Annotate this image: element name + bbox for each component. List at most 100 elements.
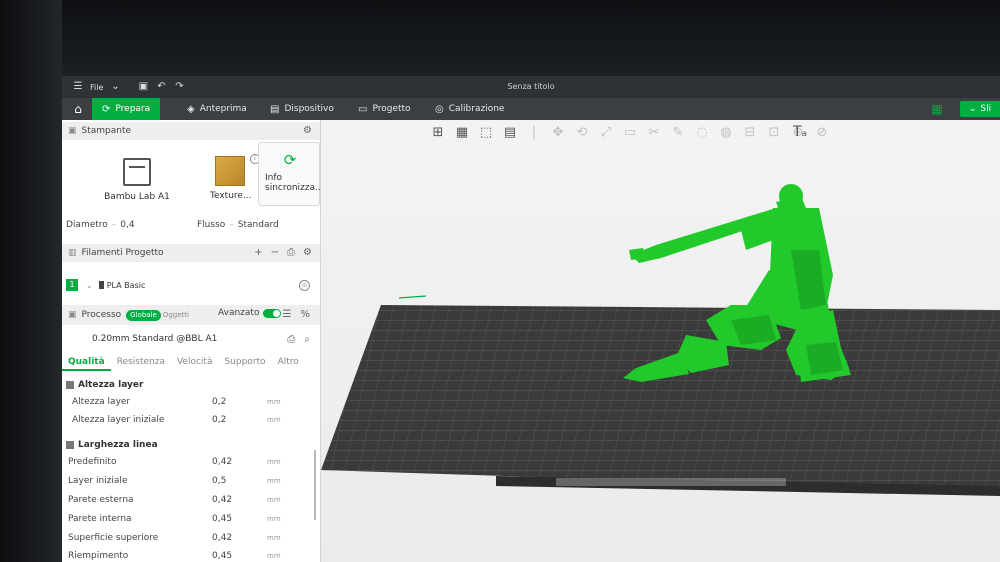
project-icon: ▭ — [358, 103, 368, 115]
subtab-supporto[interactable]: Supporto — [218, 355, 271, 371]
filament-sync-icon[interactable]: ⎙ — [287, 247, 295, 258]
diameter-value: 0,4 — [120, 220, 135, 230]
setting-row[interactable]: Riempimento 0,45 mm — [62, 549, 312, 562]
filament-slot-row[interactable]: 1 ⌄ PLA Basic ⊙ — [66, 278, 316, 292]
tab-anteprima[interactable]: ◈ Anteprima — [177, 98, 257, 120]
save-preset-icon[interactable]: ⎙ — [287, 334, 295, 345]
subtab-resistenza[interactable]: Resistenza — [111, 355, 171, 371]
setting-unit: mm — [267, 515, 281, 523]
setting-unit: mm — [267, 534, 281, 542]
layer-height-group-header: Altezza layer — [62, 378, 312, 392]
flow-label: Flusso — [197, 220, 226, 230]
setting-row[interactable]: Altezza layer iniziale 0,2 mm — [62, 413, 312, 429]
build-plate-grid — [321, 305, 1000, 492]
setting-value[interactable]: 0,45 — [212, 514, 232, 524]
setting-value[interactable]: 0,5 — [212, 476, 226, 486]
layout-icon[interactable]: ▦ — [930, 102, 944, 116]
prepare-icon: ⟳ — [102, 103, 111, 115]
calibration-icon: ◎ — [435, 103, 444, 115]
process-small-icon: ▣ — [68, 310, 77, 320]
app-window: ☰ File ⌄ ▣ ↶ ↷ Senza titolo ⌂ ⟳ Prepara … — [62, 76, 1000, 562]
tab-prepara[interactable]: ⟳ Prepara — [92, 98, 161, 120]
setting-label: Parete esterna — [68, 495, 134, 505]
setting-row[interactable]: Superficie superiore 0,42 mm — [62, 531, 312, 547]
tab-label: Calibrazione — [448, 104, 505, 114]
sync-icon: ⟳ — [283, 151, 297, 169]
setting-value[interactable]: 0,42 — [212, 533, 232, 543]
process-section-title: Processo — [81, 310, 122, 320]
plate-label: Texture... — [210, 191, 252, 201]
printer-icon — [123, 158, 151, 186]
setting-row[interactable]: Layer iniziale 0,5 mm — [62, 474, 312, 490]
plate-type-selector[interactable]: Texture... — [210, 156, 252, 201]
tab-label: Prepara — [115, 104, 151, 114]
setting-unit: mm — [267, 398, 281, 406]
process-section-header: ▣ Processo Globale Oggetti Avanzato ☰ % — [62, 305, 320, 325]
subtab-qualita[interactable]: Qualità — [62, 355, 111, 371]
tab-label: Progetto — [372, 104, 411, 114]
process-preset-selector[interactable]: 0.20mm Standard @BBL A1 — [92, 334, 217, 344]
plate-highlight — [398, 295, 427, 299]
3d-viewport[interactable]: ⊞ ▦ ⬚ ▤ | ✥ ⟲ ⤢ ▭ ✂ ✎ ◌ ◍ ⊟ ⊡ ⊕ ⊘ Tₐ — [321, 120, 1000, 562]
remove-filament-icon[interactable]: − — [271, 247, 279, 258]
global-toggle-badge[interactable]: Globale — [126, 309, 161, 321]
setting-value[interactable]: 0,42 — [212, 457, 232, 467]
window-title: Senza titolo — [507, 82, 555, 91]
line-width-group-header: Larghezza linea — [62, 438, 312, 452]
filament-color-swatch[interactable] — [98, 281, 104, 289]
home-icon[interactable]: ⌂ — [66, 98, 90, 120]
monitor-bezel-top — [0, 0, 1000, 80]
setting-value[interactable]: 0,42 — [212, 495, 232, 505]
filament-slot-number: 1 — [66, 279, 78, 291]
subtab-altro[interactable]: Altro — [272, 355, 305, 371]
setting-row[interactable]: Parete interna 0,45 mm — [62, 512, 312, 528]
device-icon: ▤ — [270, 103, 280, 115]
nozzle-diameter-row[interactable]: Diametro –0,4 — [66, 220, 135, 230]
tab-progetto[interactable]: ▭ Progetto — [348, 98, 421, 120]
title-bar: ☰ File ⌄ ▣ ↶ ↷ Senza titolo — [62, 76, 1000, 98]
advanced-toggle[interactable] — [263, 308, 282, 318]
setting-unit: mm — [267, 477, 281, 485]
flow-row[interactable]: Flusso – Standard — [197, 220, 279, 230]
printer-small-icon: ▣ — [68, 126, 77, 136]
tab-label: Anteprima — [199, 104, 247, 114]
setting-value[interactable]: 0,2 — [212, 397, 226, 407]
search-icon[interactable]: ⌕ — [304, 334, 310, 345]
setting-label: Altezza layer — [72, 397, 131, 407]
setting-row[interactable]: Altezza layer 0,2 mm — [62, 395, 312, 411]
setting-row[interactable]: Predefinito 0,42 mm — [62, 455, 312, 471]
setting-label: Predefinito — [68, 457, 117, 467]
setting-value[interactable]: 0,45 — [212, 551, 232, 561]
add-filament-icon[interactable]: + — [254, 247, 262, 258]
printer-selector[interactable]: Bambu Lab A1 — [97, 158, 177, 202]
tab-calibrazione[interactable]: ◎ Calibrazione — [425, 98, 514, 120]
cube-icon: ◈ — [187, 103, 195, 115]
filament-dropdown-icon[interactable]: ⌄ — [86, 281, 93, 290]
settings-gear-icon[interactable]: ⚙ — [303, 125, 312, 136]
filament-small-icon: ▥ — [68, 248, 77, 258]
sync-info-button[interactable]: ⟳ Info sincronizza... — [258, 142, 324, 206]
setting-unit: mm — [267, 416, 281, 424]
flow-value: Standard — [237, 220, 279, 230]
tab-dispositivo[interactable]: ▤ Dispositivo — [260, 98, 344, 120]
setting-label: Superficie superiore — [68, 533, 159, 543]
setting-label: Layer iniziale — [68, 476, 128, 486]
filament-settings-icon[interactable]: ⚙ — [303, 247, 312, 258]
setting-label: Altezza layer iniziale — [72, 415, 165, 425]
filament-section-title: Filamenti Progetto — [81, 248, 164, 258]
sync-label-line1: Info — [265, 173, 283, 183]
subtab-velocita[interactable]: Velocità — [171, 355, 219, 371]
main-tab-bar: ⌂ ⟳ Prepara ◈ Anteprima ▤ Dispositivo ▭ … — [62, 98, 1000, 120]
setting-row[interactable]: Parete esterna 0,42 mm — [62, 493, 312, 509]
objects-toggle-badge[interactable]: Oggetti — [163, 311, 189, 319]
slice-button-label: Sli — [980, 104, 992, 114]
setting-value[interactable]: 0,2 — [212, 415, 226, 425]
percent-icon[interactable]: % — [300, 309, 310, 320]
advanced-toggle-row[interactable]: Avanzato — [218, 308, 282, 318]
list-icon[interactable]: ☰ — [283, 309, 292, 320]
slice-button[interactable]: ⌄ Sli — [960, 101, 1000, 117]
filament-edit-icon[interactable]: ⊙ — [299, 279, 310, 291]
monitor-bezel-left — [0, 0, 62, 562]
settings-scrollbar[interactable] — [314, 450, 316, 520]
setting-label: Parete interna — [68, 514, 132, 524]
